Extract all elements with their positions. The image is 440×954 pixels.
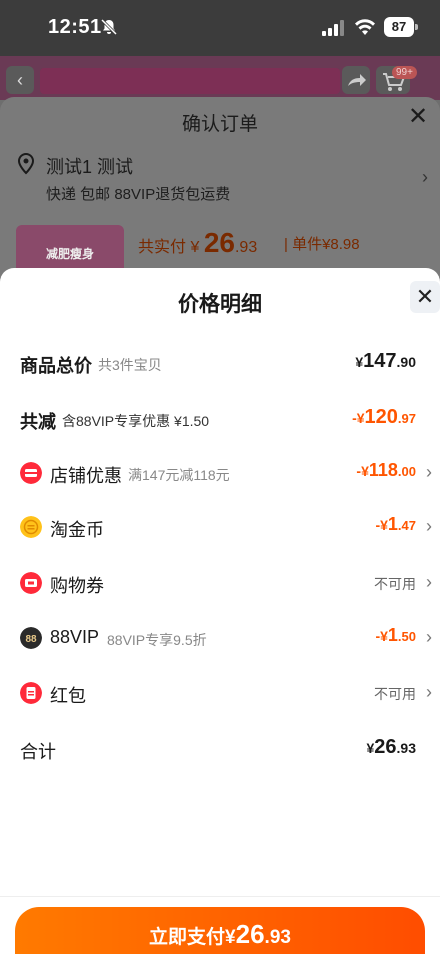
- store-coupon-dec: .00: [397, 464, 416, 479]
- red-packet-row[interactable]: 红包 不可用 ›: [0, 674, 440, 714]
- store-coupon-icon: [20, 462, 42, 484]
- shopping-voucher-status: 不可用: [374, 576, 416, 592]
- pay-bar: 立即支付¥26.93: [0, 896, 440, 954]
- share-icon: [348, 74, 366, 86]
- discount-prefix: -¥: [352, 410, 365, 426]
- shipping-info: 快递 包邮 88VIP退货包运费: [46, 186, 231, 203]
- shopping-voucher-label: 购物券: [50, 576, 104, 596]
- gold-coin-row[interactable]: 淘金币 -¥1.47 ›: [0, 508, 440, 548]
- vip88-icon: 88: [20, 627, 42, 649]
- svg-text:88: 88: [25, 634, 37, 645]
- discount-value: -¥120.97: [352, 406, 416, 429]
- close-button[interactable]: ✕: [410, 281, 440, 313]
- store-coupon-row[interactable]: 店铺优惠 满147元减118元 -¥118.00 ›: [0, 454, 440, 494]
- order-total-label: 共实付: [138, 239, 187, 256]
- gold-coin-prefix: -¥: [375, 517, 388, 533]
- order-total-dec: .93: [234, 239, 258, 256]
- grand-total-value: ¥26.93: [366, 736, 416, 759]
- order-total-currency: ¥: [190, 239, 200, 256]
- price-detail-title: 价格明细: [178, 293, 262, 316]
- chevron-right-icon[interactable]: ›: [426, 516, 432, 537]
- grand-total-int: 26: [374, 736, 397, 758]
- vip88-note: 88VIP专享9.5折: [107, 632, 207, 648]
- chevron-right-icon[interactable]: ›: [426, 572, 432, 593]
- pay-now-int: 26: [235, 919, 265, 949]
- status-bar: 12:51 87: [0, 0, 440, 56]
- location-pin-icon: [17, 153, 35, 175]
- store-coupon-label: 店铺优惠: [50, 466, 122, 486]
- vip88-int: 1: [387, 625, 398, 645]
- promo-banner: [40, 68, 340, 94]
- chevron-right-icon[interactable]: ›: [426, 682, 432, 703]
- gold-coin-label: 淘金币: [50, 520, 104, 540]
- subtotal-note: 共3件宝贝: [98, 357, 162, 373]
- store-coupon-prefix: -¥: [356, 463, 369, 479]
- signal-icon: [322, 20, 344, 36]
- gold-coin-value: -¥1.47: [375, 514, 416, 535]
- vip88-row[interactable]: 88 88VIP 88VIP专享9.5折 -¥1.50 ›: [0, 619, 440, 659]
- order-total: 共实付 ¥ 26.93: [138, 227, 257, 259]
- unit-price: | 单件¥8.98: [284, 236, 360, 253]
- shopping-voucher-icon: [20, 572, 42, 594]
- address-name[interactable]: 测试1 测试: [46, 153, 133, 179]
- discount-label: 共减: [20, 412, 56, 432]
- subtotal-row: 商品总价 共3件宝贝 ¥147.90: [0, 344, 440, 384]
- store-coupon-note: 满147元减118元: [128, 467, 230, 483]
- gold-coin-dec: .47: [397, 518, 416, 533]
- confirm-order-title: 确认订单: [181, 114, 258, 135]
- vip88-dec: .50: [397, 629, 416, 644]
- vip88-label: 88VIP: [50, 627, 100, 647]
- pay-now-button[interactable]: 立即支付¥26.93: [15, 907, 425, 954]
- subtotal-dec: .90: [396, 354, 416, 370]
- discount-dec: .97: [397, 411, 416, 426]
- pay-now-label: 立即支付: [149, 927, 226, 948]
- red-packet-status: 不可用: [374, 686, 416, 702]
- gold-coin-icon: [20, 516, 42, 538]
- discount-note: 含88VIP专享优惠 ¥1.50: [62, 413, 210, 429]
- order-total-int: 26: [203, 227, 235, 258]
- cart-badge: 99+: [392, 66, 417, 79]
- subtotal-int: 147: [363, 350, 397, 372]
- pay-now-dec: .93: [264, 927, 291, 948]
- red-packet-icon: [20, 682, 42, 704]
- close-icon[interactable]: ✕: [404, 103, 432, 131]
- store-coupon-int: 118: [368, 460, 398, 480]
- wifi-icon: [355, 19, 375, 35]
- subtotal-label: 商品总价: [20, 356, 92, 376]
- grand-total-label: 合计: [20, 742, 56, 762]
- gold-coin-int: 1: [387, 514, 398, 534]
- product-thumb-text: 减肥瘦身: [46, 247, 95, 261]
- chevron-right-icon[interactable]: ›: [422, 167, 428, 188]
- vip88-prefix: -¥: [375, 628, 388, 644]
- bell-muted-icon: [100, 18, 118, 36]
- product-page-header: ‹: [0, 56, 440, 100]
- status-time: 12:51: [48, 16, 102, 38]
- subtotal-value: ¥147.90: [355, 350, 416, 373]
- discount-int: 120: [364, 406, 398, 428]
- grand-total-row: 合计 ¥26.93: [0, 730, 440, 770]
- subtotal-currency: ¥: [355, 354, 364, 370]
- shopping-voucher-row[interactable]: 购物券 不可用 ›: [0, 564, 440, 604]
- share-button[interactable]: [342, 66, 370, 94]
- back-button[interactable]: ‹: [6, 66, 34, 94]
- grand-total-dec: .93: [396, 740, 416, 756]
- price-detail-sheet: 价格明细 ✕ 商品总价 共3件宝贝 ¥147.90 共减 含88VIP专享优惠 …: [0, 268, 440, 954]
- chevron-right-icon[interactable]: ›: [426, 462, 432, 483]
- battery-icon: 87: [384, 17, 418, 37]
- pay-now-currency: ¥: [225, 927, 236, 948]
- store-coupon-value: -¥118.00: [356, 460, 416, 481]
- chevron-right-icon[interactable]: ›: [426, 627, 432, 648]
- vip88-value: -¥1.50: [375, 625, 416, 646]
- discount-row: 共减 含88VIP专享优惠 ¥1.50 -¥120.97: [0, 400, 440, 440]
- confirm-order-sheet: 确认订单 ✕ 测试1 测试 快递 包邮 88VIP退货包运费 › 减肥瘦身 共实…: [0, 97, 440, 277]
- red-packet-label: 红包: [50, 686, 86, 706]
